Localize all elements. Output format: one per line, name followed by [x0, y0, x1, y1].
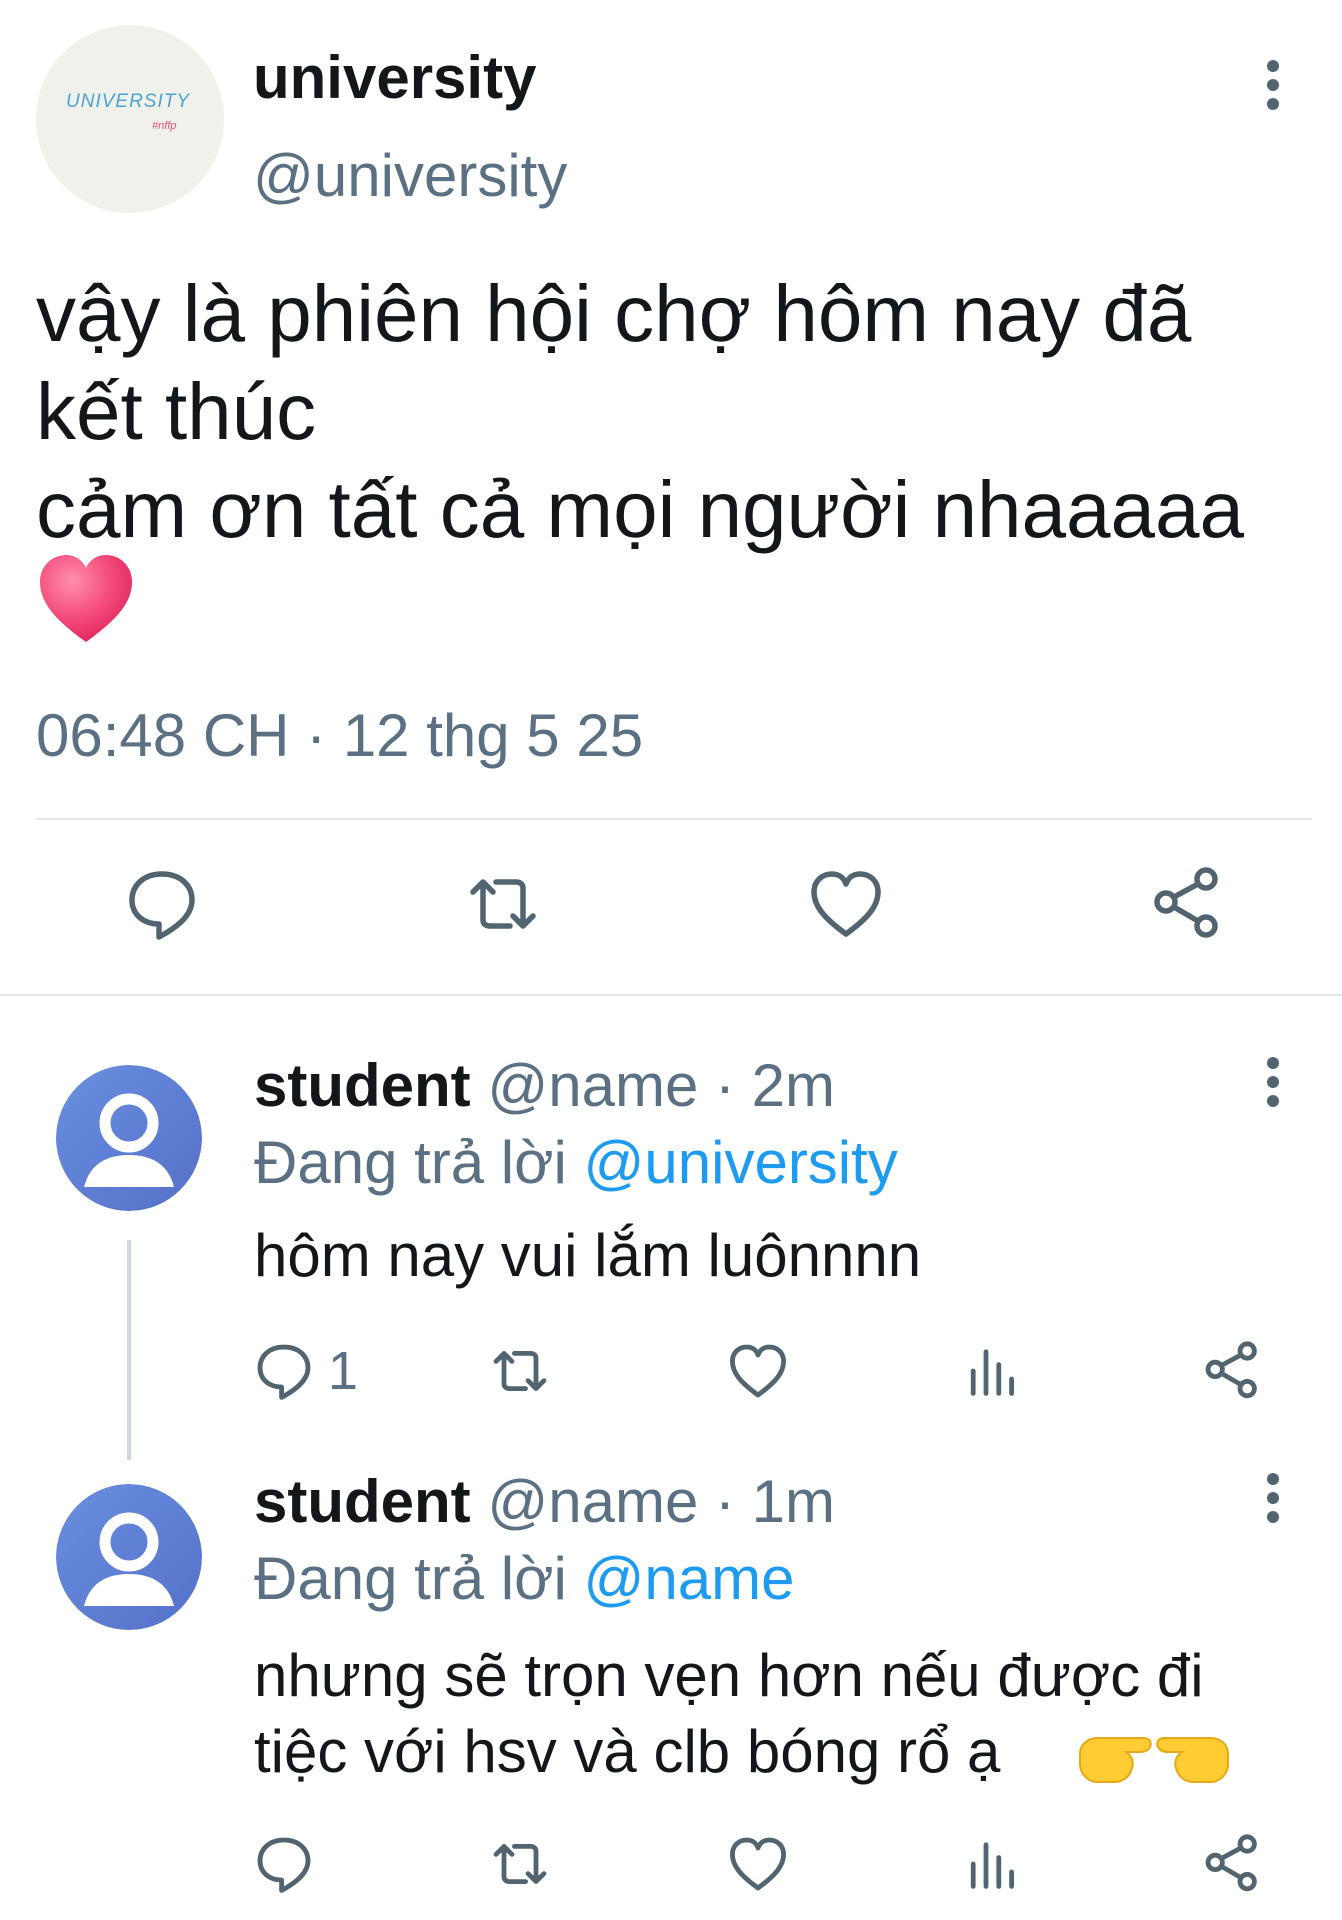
more-vert-icon [1267, 1473, 1279, 1523]
reply-button[interactable] [252, 1339, 316, 1403]
tweet-action-bar [0, 860, 1342, 950]
reply-action-bar: 1 [0, 1335, 1342, 1405]
avatar-logo-image: UNIVERSITY #nffp [36, 25, 224, 213]
more-options-button[interactable] [1250, 1052, 1296, 1112]
retweet-icon [493, 1844, 547, 1884]
reply-button[interactable] [252, 1832, 316, 1896]
replying-to-label: Đang trả lời [254, 1129, 584, 1196]
like-icon [730, 1344, 786, 1398]
retweet-button[interactable] [488, 1339, 552, 1403]
like-button[interactable] [806, 864, 886, 944]
reply-age: 2m [751, 1052, 836, 1119]
share-icon [1154, 867, 1218, 938]
reply-display-name[interactable]: student [254, 1468, 471, 1535]
more-options-button[interactable] [1250, 1468, 1296, 1528]
avatar-logo-subtext: #nffp [152, 120, 176, 132]
reply-handle[interactable]: @name [487, 1468, 698, 1535]
like-button[interactable] [726, 1832, 790, 1896]
reply-count: 1 [328, 1341, 359, 1401]
author-handle[interactable]: @university [253, 140, 567, 212]
analytics-icon [970, 1842, 1014, 1889]
share-button[interactable] [1200, 1339, 1264, 1403]
meta-separator: · [289, 702, 343, 769]
more-vert-icon [1267, 1057, 1279, 1107]
tweet-date: 12 thg 5 25 [342, 702, 644, 769]
comment-icon [257, 1344, 311, 1400]
divider [36, 818, 1312, 820]
like-icon [730, 1837, 786, 1891]
tweet-text: vậy là phiên hội chợ hôm nay đã kết thúc… [36, 269, 1245, 554]
user-avatar-icon [56, 1065, 202, 1211]
reply-header: student @name · 1m [254, 1466, 835, 1538]
like-icon [811, 871, 881, 937]
more-vert-icon [1267, 60, 1279, 110]
share-icon [1205, 1341, 1257, 1399]
reply-avatar[interactable] [56, 1065, 202, 1211]
tweet-timestamp: 06:48 CH · 12 thg 5 25 [36, 700, 643, 772]
reply-action-bar [0, 1828, 1342, 1898]
analytics-button[interactable] [962, 1832, 1026, 1896]
reply-text: hôm nay vui lắm luônnnn [254, 1222, 922, 1289]
reply-age: 1m [751, 1468, 836, 1535]
comment-icon [257, 1837, 311, 1893]
analytics-icon [970, 1349, 1014, 1396]
replying-to-label: Đang trả lời [254, 1545, 584, 1612]
retweet-button[interactable] [463, 864, 543, 944]
reply-avatar[interactable] [56, 1484, 202, 1630]
retweet-icon [470, 879, 536, 929]
tweet-time: 06:48 CH [36, 702, 290, 769]
more-options-button[interactable] [1250, 55, 1296, 115]
reply-header: student @name · 2m [254, 1050, 835, 1122]
like-button[interactable] [726, 1339, 790, 1403]
retweet-icon [493, 1351, 547, 1391]
share-icon [1205, 1834, 1257, 1892]
section-divider [0, 994, 1342, 996]
share-button[interactable] [1147, 864, 1227, 944]
share-button[interactable] [1200, 1832, 1264, 1896]
author-display-name[interactable]: university [253, 42, 536, 114]
pointing-hands-emoji [1074, 1716, 1234, 1796]
replying-to-mention[interactable]: @university [583, 1129, 897, 1196]
analytics-button[interactable] [962, 1339, 1026, 1403]
heart-emoji [38, 552, 134, 646]
reply-button[interactable] [122, 864, 202, 944]
meta-separator: · [698, 1052, 752, 1119]
user-avatar-icon [56, 1484, 202, 1630]
replying-to: Đang trả lời @university [254, 1127, 898, 1199]
replying-to-mention[interactable]: @name [583, 1545, 794, 1612]
meta-separator: · [698, 1468, 752, 1535]
main-avatar[interactable]: UNIVERSITY #nffp [36, 25, 224, 213]
reply-handle[interactable]: @name [487, 1052, 698, 1119]
reply-display-name[interactable]: student [254, 1052, 471, 1119]
retweet-button[interactable] [488, 1832, 552, 1896]
replying-to: Đang trả lời @name [254, 1543, 794, 1615]
comment-icon [129, 871, 195, 940]
avatar-logo-text: UNIVERSITY [66, 91, 190, 112]
